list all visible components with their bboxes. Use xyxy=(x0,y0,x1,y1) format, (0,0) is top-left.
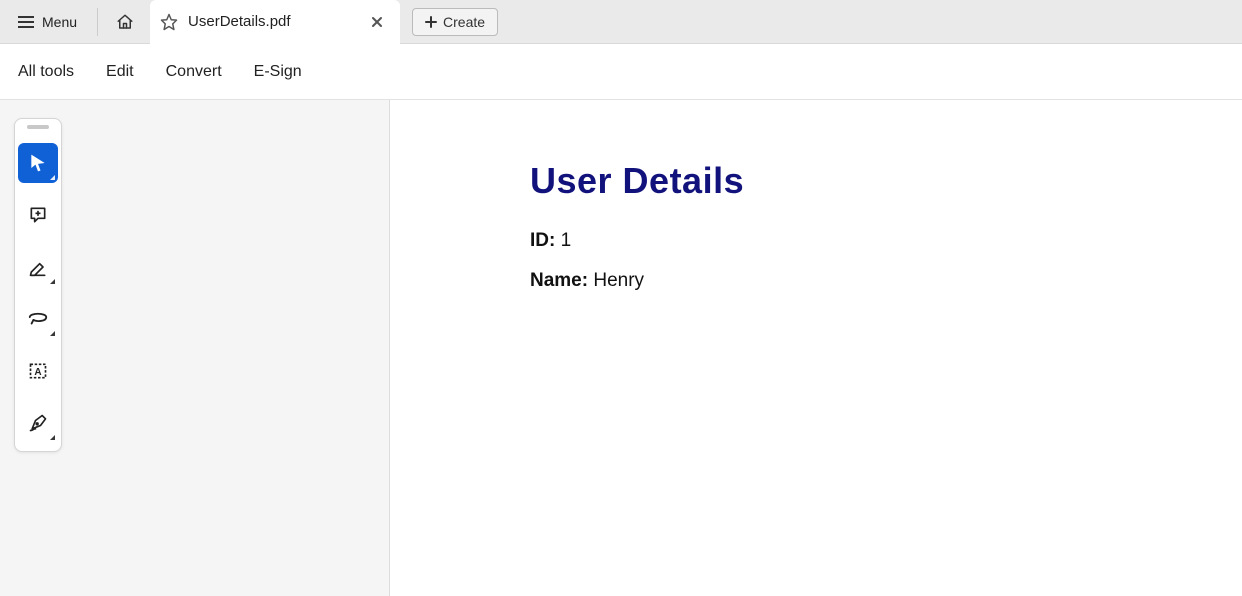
drag-handle[interactable] xyxy=(27,125,49,129)
text-box-tool[interactable]: A xyxy=(18,351,58,391)
document-field-id: ID: 1 xyxy=(530,230,1242,252)
menubar-item-convert[interactable]: Convert xyxy=(164,59,224,85)
menubar-item-esign[interactable]: E-Sign xyxy=(252,59,304,85)
menubar: All tools Edit Convert E-Sign xyxy=(0,44,1242,100)
field-label: ID: xyxy=(530,230,555,251)
field-label: Name: xyxy=(530,270,588,291)
menu-label: Menu xyxy=(42,14,77,30)
main-area: A User Details ID: 1 Name: Henry xyxy=(0,100,1242,596)
cursor-icon xyxy=(28,153,48,173)
create-label: Create xyxy=(443,14,485,30)
home-icon xyxy=(116,13,134,31)
sign-tool[interactable] xyxy=(18,403,58,443)
menu-button[interactable]: Menu xyxy=(8,8,87,36)
document-field-name: Name: Henry xyxy=(530,270,1242,292)
draw-freeform-tool[interactable] xyxy=(18,299,58,339)
sidebar-panel: A xyxy=(0,100,390,596)
highlight-tool[interactable] xyxy=(18,247,58,287)
field-value: Henry xyxy=(593,270,644,291)
document-title: User Details xyxy=(530,160,1242,202)
close-icon xyxy=(371,16,383,28)
svg-text:A: A xyxy=(34,367,41,378)
hamburger-icon xyxy=(18,16,34,28)
home-button[interactable] xyxy=(108,5,142,39)
text-box-icon: A xyxy=(28,361,48,381)
toolbox: A xyxy=(14,118,62,452)
plus-icon xyxy=(425,16,437,28)
divider xyxy=(97,8,98,36)
create-button[interactable]: Create xyxy=(412,8,498,36)
document-tab[interactable]: UserDetails.pdf xyxy=(150,0,400,44)
lasso-icon xyxy=(27,309,49,329)
document-viewer[interactable]: User Details ID: 1 Name: Henry xyxy=(390,100,1242,596)
menubar-item-edit[interactable]: Edit xyxy=(104,59,136,85)
star-icon[interactable] xyxy=(160,13,178,31)
tab-title: UserDetails.pdf xyxy=(188,13,291,30)
field-value: 1 xyxy=(561,230,572,251)
select-tool[interactable] xyxy=(18,143,58,183)
highlighter-icon xyxy=(28,257,48,277)
comment-icon xyxy=(28,205,48,225)
comment-tool[interactable] xyxy=(18,195,58,235)
tab-close-button[interactable] xyxy=(366,11,388,33)
menubar-item-all-tools[interactable]: All tools xyxy=(16,59,76,85)
topbar: Menu UserDetails.pdf Create xyxy=(0,0,1242,44)
fountain-pen-icon xyxy=(28,413,48,433)
